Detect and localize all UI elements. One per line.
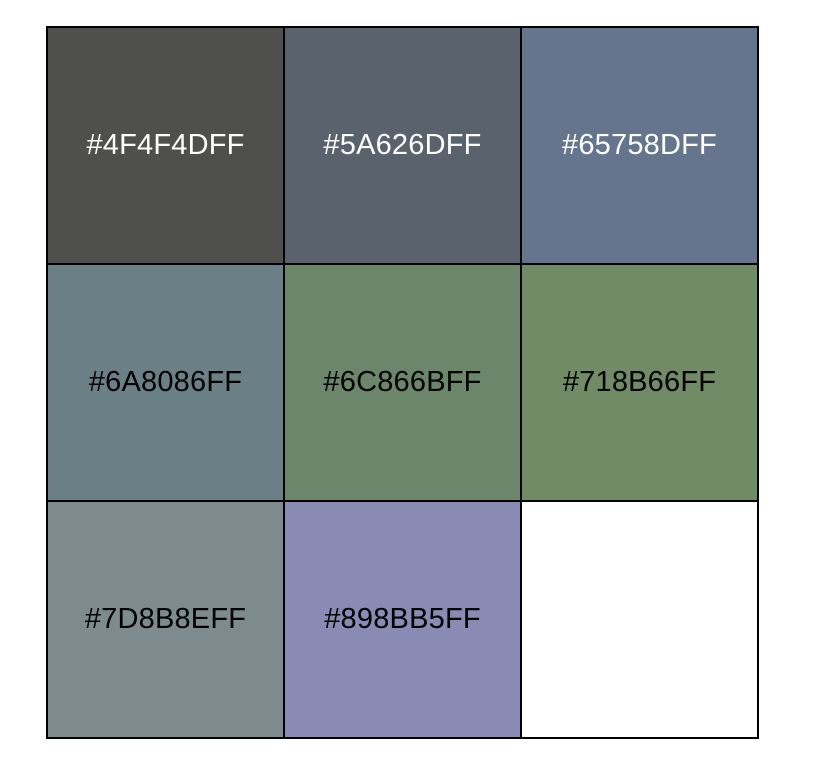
color-swatch: #6A8086FF xyxy=(48,265,283,500)
color-swatch: #5A626DFF xyxy=(285,28,520,263)
color-swatch: #4F4F4DFF xyxy=(48,28,283,263)
color-palette-grid: #4F4F4DFF #5A626DFF #65758DFF #6A8086FF … xyxy=(46,26,759,739)
empty-swatch xyxy=(522,502,757,737)
color-swatch: #718B66FF xyxy=(522,265,757,500)
color-swatch: #65758DFF xyxy=(522,28,757,263)
color-swatch: #7D8B8EFF xyxy=(48,502,283,737)
color-swatch: #6C866BFF xyxy=(285,265,520,500)
color-swatch: #898BB5FF xyxy=(285,502,520,737)
